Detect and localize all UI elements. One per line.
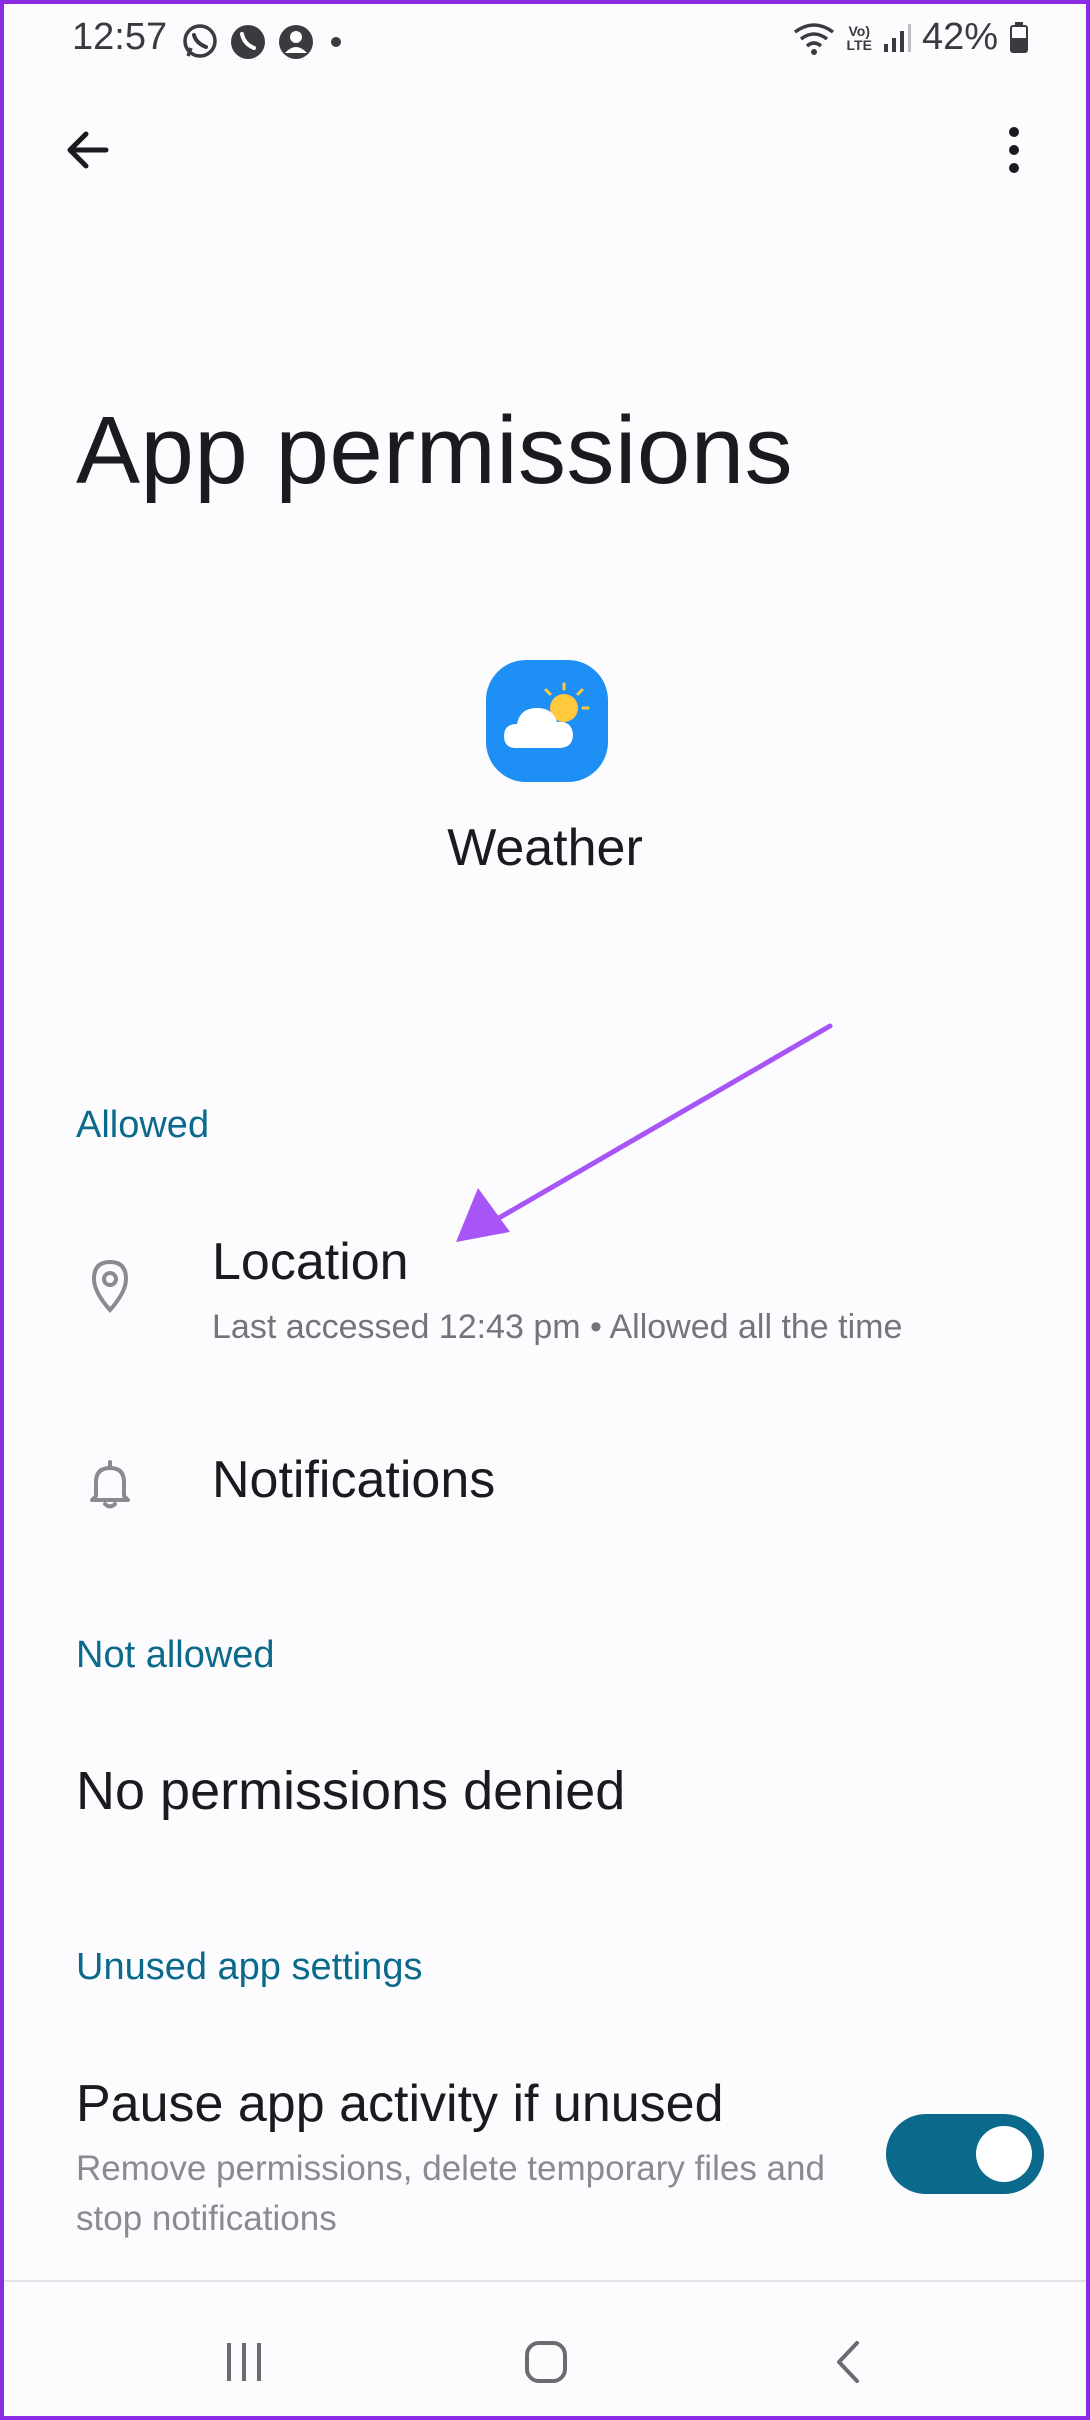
pause-description: Remove permissions, delete temporary fil… bbox=[76, 2149, 825, 2238]
section-header-unused: Unused app settings bbox=[76, 1946, 423, 1988]
arrow-back-icon bbox=[67, 131, 109, 169]
status-right: Vo) LTE 42% bbox=[791, 16, 1030, 59]
permission-title: Notifications bbox=[212, 1451, 496, 1509]
battery-icon bbox=[1010, 21, 1028, 53]
app-name: Weather bbox=[447, 819, 643, 877]
battery-percent: 42% bbox=[921, 16, 998, 58]
toggle-knob bbox=[976, 2126, 1032, 2182]
more-options-button[interactable] bbox=[978, 114, 1050, 186]
recents-icon bbox=[227, 2343, 261, 2381]
back-button[interactable] bbox=[52, 114, 124, 186]
wifi-icon bbox=[793, 22, 834, 55]
signal-icon bbox=[883, 23, 911, 52]
section-header-allowed: Allowed bbox=[76, 1104, 210, 1146]
volte-icon: Vo) LTE bbox=[847, 24, 872, 52]
nav-back-icon bbox=[837, 2341, 859, 2383]
screen: 12:57 Vo) LTE 42% App permissions Weathe… bbox=[0, 0, 1090, 2420]
no-permissions-denied: No permissions denied bbox=[76, 1761, 626, 1821]
pause-title: Pause app activity if unused bbox=[76, 2075, 724, 2133]
location-pin-icon bbox=[91, 1259, 129, 1314]
home-button[interactable] bbox=[506, 2322, 586, 2402]
viber-icon bbox=[231, 25, 265, 59]
account-icon bbox=[279, 25, 313, 59]
more-vert-icon bbox=[1009, 127, 1019, 173]
permission-subtitle: Last accessed 12:43 pm • Allowed all the… bbox=[212, 1308, 903, 1346]
permission-row-notifications[interactable]: Notifications bbox=[4, 1424, 1086, 1544]
permission-row-location[interactable]: Location Last accessed 12:43 pm • Allowe… bbox=[4, 1204, 1086, 1374]
recents-button[interactable] bbox=[204, 2322, 284, 2402]
dot-icon bbox=[331, 37, 341, 47]
navigation-bar bbox=[4, 2282, 1086, 2416]
whatsapp-icon bbox=[183, 24, 217, 58]
volte-bottom: LTE bbox=[846, 36, 872, 53]
volte-top: Vo) bbox=[848, 22, 870, 39]
status-time: 12:57 bbox=[72, 16, 168, 58]
home-icon bbox=[525, 2341, 567, 2383]
permission-title: Location bbox=[212, 1233, 409, 1291]
weather-cloud-sun-icon bbox=[486, 660, 608, 782]
bell-icon bbox=[90, 1460, 130, 1509]
nav-back-button[interactable] bbox=[810, 2322, 890, 2402]
status-bar: 12:57 Vo) LTE 42% bbox=[4, 4, 1086, 76]
section-header-not-allowed: Not allowed bbox=[76, 1634, 275, 1676]
pause-activity-toggle[interactable] bbox=[886, 2114, 1044, 2194]
page-title: App permissions bbox=[76, 397, 794, 504]
status-left-icons bbox=[180, 22, 348, 62]
